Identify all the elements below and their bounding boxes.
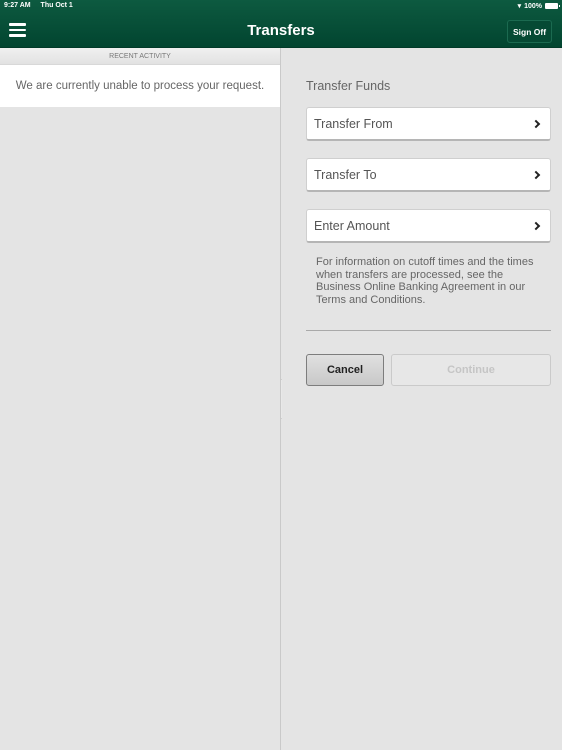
chevron-right-icon bbox=[531, 119, 541, 128]
wifi-icon: ▾ bbox=[517, 3, 522, 10]
status-time: 9:27 AM bbox=[4, 2, 31, 9]
transfer-funds-title: Transfer Funds bbox=[306, 79, 391, 93]
divider bbox=[306, 330, 551, 331]
cutoff-info-text: For information on cutoff times and the … bbox=[316, 256, 534, 306]
sign-off-button[interactable]: Sign Off bbox=[507, 20, 552, 43]
chevron-right-icon bbox=[531, 170, 541, 179]
status-bar-left: 9:27 AM Thu Oct 1 bbox=[4, 2, 81, 9]
enter-amount-field[interactable]: Enter Amount bbox=[306, 209, 551, 243]
transfer-to-field[interactable]: Transfer To bbox=[306, 158, 551, 192]
transfer-from-label: Transfer From bbox=[314, 116, 393, 131]
cancel-button[interactable]: Cancel bbox=[306, 354, 384, 386]
transfer-funds-pane: Transfer Funds Transfer From Transfer To… bbox=[282, 48, 562, 750]
enter-amount-label: Enter Amount bbox=[314, 218, 390, 233]
continue-button[interactable]: Continue bbox=[391, 354, 551, 386]
recent-activity-pane: RECENT ACTIVITY We are currently unable … bbox=[0, 48, 281, 750]
battery-percent: 100% bbox=[524, 2, 542, 10]
recent-activity-header: RECENT ACTIVITY bbox=[0, 48, 280, 65]
page-title: Transfers bbox=[247, 22, 315, 39]
status-bar-right: ▾ 100% bbox=[517, 2, 560, 10]
transfer-from-field[interactable]: Transfer From bbox=[306, 107, 551, 141]
chevron-right-icon bbox=[531, 221, 541, 230]
status-date: Thu Oct 1 bbox=[40, 2, 73, 9]
transfer-to-label: Transfer To bbox=[314, 167, 377, 182]
app-header: 9:27 AM Thu Oct 1 ▾ 100% Transfers Sign … bbox=[0, 0, 562, 48]
battery-icon bbox=[545, 3, 560, 9]
error-message: We are currently unable to process your … bbox=[0, 65, 280, 107]
